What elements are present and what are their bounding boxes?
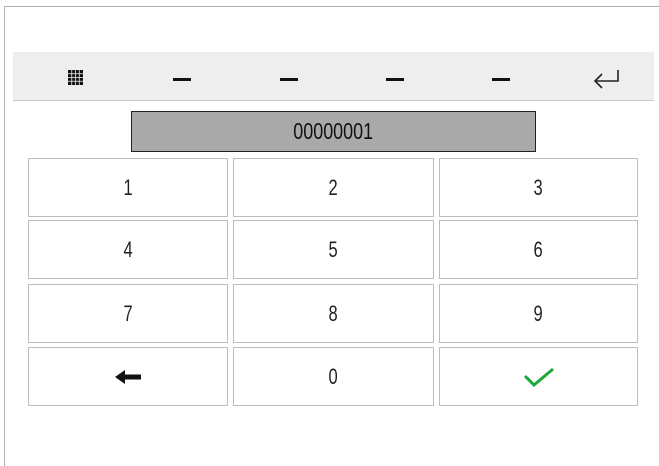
digit-slot-3 [386,78,404,81]
key-6[interactable]: 6 [439,220,638,279]
key-1[interactable]: 1 [28,158,228,217]
code-display-value: 00000001 [293,118,374,144]
backspace-button[interactable] [28,347,228,406]
digit-slot-4 [492,78,510,81]
key-2-label: 2 [328,174,339,200]
key-0-label: 0 [328,363,339,389]
digit-slot-2 [280,78,298,81]
key-6-label: 6 [533,236,544,262]
key-4[interactable]: 4 [28,220,228,279]
enter-icon[interactable] [591,66,621,90]
key-1-label: 1 [123,174,133,200]
key-5-label: 5 [328,236,339,262]
code-display: 00000001 [131,111,536,152]
arrow-left-icon [115,369,141,384]
key-9-label: 9 [533,300,544,326]
grid-icon[interactable] [68,70,83,85]
key-8[interactable]: 8 [233,284,434,343]
key-5[interactable]: 5 [233,220,434,279]
key-2[interactable]: 2 [233,158,434,217]
top-toolbar [13,52,654,101]
checkmark-icon [523,367,554,387]
key-3[interactable]: 3 [439,158,638,217]
key-7-label: 7 [123,300,133,326]
key-9[interactable]: 9 [439,284,638,343]
digit-slot-1 [173,78,191,81]
key-7[interactable]: 7 [28,284,228,343]
key-4-label: 4 [123,236,133,262]
confirm-button[interactable] [439,347,638,406]
key-8-label: 8 [328,300,339,326]
key-0[interactable]: 0 [233,347,434,406]
key-3-label: 3 [533,174,544,200]
